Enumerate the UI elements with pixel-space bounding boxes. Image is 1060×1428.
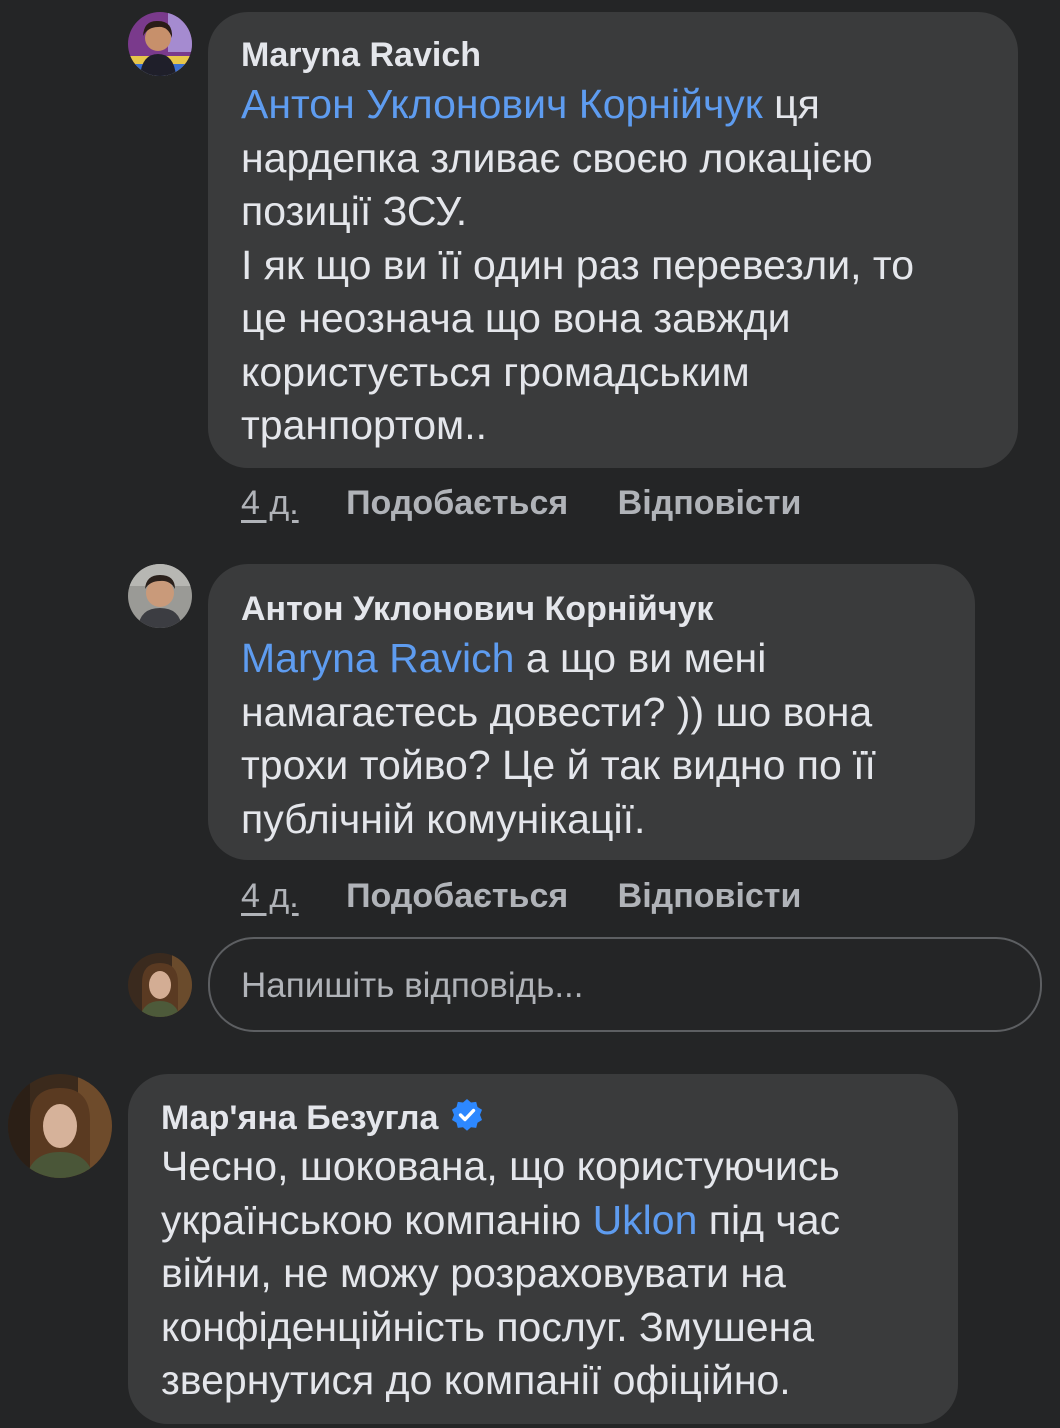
comment-text: Антон Уклонович Корнійчук ця нардепка зл… — [241, 78, 914, 453]
comment-text-line: це неознача що вона завжди — [241, 295, 791, 341]
comment-text-line: Maryna Ravich а що ви мені — [241, 635, 767, 681]
reply-button[interactable]: Відповісти — [618, 877, 802, 915]
like-button[interactable]: Подобається — [346, 484, 568, 522]
comment-text-line: транпортом.. — [241, 402, 488, 448]
comment-text-line: нардепка зливає своєю локацією — [241, 134, 873, 181]
comment-text-line: українською компанію Uklon під час — [161, 1196, 841, 1243]
comment-timestamp[interactable]: 4 д. — [241, 877, 299, 915]
comment-text-line: звернутися до компанії офіційно. — [161, 1357, 791, 1403]
author-name[interactable]: Мар'яна Безугла — [161, 1099, 438, 1137]
avatar[interactable] — [8, 1074, 112, 1178]
avatar[interactable] — [128, 12, 192, 76]
comment-timestamp[interactable]: 4 д. — [241, 484, 299, 522]
current-user-avatar — [128, 953, 192, 1017]
comment-text-line: війни, не можу розраховувати на — [161, 1250, 786, 1296]
comment-text-line: трохи тойво? Це й так видно по її — [241, 742, 876, 788]
comment-text-line: Антон Уклонович Корнійчук ця — [241, 81, 820, 127]
comment-text-line: намагаєтесь довести? )) шо вона — [241, 688, 873, 735]
comment-text: Maryna Ravich а що ви мені намагаєтесь д… — [241, 632, 876, 846]
comment-text-line: І як що ви її один раз перевезли, то — [241, 241, 915, 288]
comment-text: Чесно, шокована, що користуючись українс… — [161, 1140, 840, 1408]
comment-author[interactable]: Антон Уклонович Корнійчук — [241, 590, 713, 629]
comment-text-line: користується громадським — [241, 348, 750, 395]
verified-badge-icon — [450, 1098, 484, 1132]
comment-text-line: позиції ЗСУ. — [241, 188, 468, 234]
reply-input-placeholder: Напишіть відповідь... — [241, 966, 584, 1005]
uklon-link[interactable]: Uklon — [593, 1197, 698, 1243]
mention-link[interactable]: Антон Уклонович Корнійчук — [241, 81, 763, 127]
comment-text-line: Чесно, шокована, що користуючись — [161, 1143, 840, 1189]
comment-actions: 4 д. Подобається Відповісти — [241, 484, 801, 523]
comment-author[interactable]: Maryna Ravich — [241, 36, 481, 75]
comment-actions: 4 д. Подобається Відповісти — [241, 877, 801, 916]
avatar[interactable] — [128, 564, 192, 628]
mention-link[interactable]: Maryna Ravich — [241, 635, 514, 681]
like-button[interactable]: Подобається — [346, 877, 568, 915]
reply-button[interactable]: Відповісти — [618, 484, 802, 522]
comment-author: Мар'яна Безугла — [161, 1098, 484, 1138]
comment-text-line: конфіденційність послуг. Змушена — [161, 1303, 815, 1350]
comment-text-line: публічній комунікації. — [241, 795, 646, 842]
